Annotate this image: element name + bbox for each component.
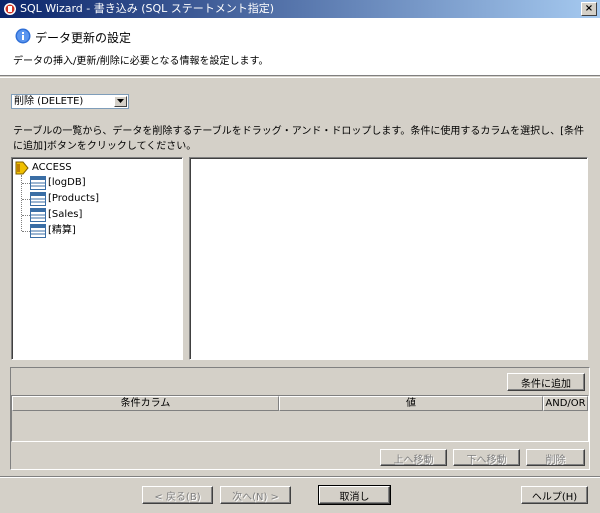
footer-divider-highlight xyxy=(0,477,600,478)
app-icon xyxy=(4,3,16,15)
wizard-header: データ更新の設定 データの挿入/更新/削除に必要となる情報を設定します。 xyxy=(0,18,600,76)
instruction-text: テーブルの一覧から、データを削除するテーブルをドラッグ・アンド・ドロップします。… xyxy=(13,126,585,152)
tree-connector xyxy=(22,231,30,232)
sql-wizard-window: SQL Wizard - 書き込み (SQL ステートメント指定) × データ更… xyxy=(0,0,600,513)
title-bar[interactable]: SQL Wizard - 書き込み (SQL ステートメント指定) × xyxy=(0,0,600,18)
tree-item-label: [精算] xyxy=(48,225,76,236)
delete-condition-button[interactable]: 削除 xyxy=(526,449,585,466)
table-tree[interactable]: ACCESS [logDB] [Products] [Sales] [精算] xyxy=(11,157,183,360)
move-down-button[interactable]: 下へ移動 xyxy=(453,449,520,466)
table-drop-area[interactable] xyxy=(189,157,588,360)
back-button[interactable]: < 戻る(B) xyxy=(142,486,213,504)
dropdown-button[interactable] xyxy=(114,96,127,107)
page-description: データの挿入/更新/削除に必要となる情報を設定します。 xyxy=(13,56,269,67)
table-icon xyxy=(30,208,46,222)
header-divider xyxy=(0,77,600,78)
cancel-button[interactable]: 取消し xyxy=(318,485,391,505)
condition-group: 条件に追加 条件カラム 値 AND/OR 上へ移動 下へ移動 削除 xyxy=(10,367,590,470)
window-title: SQL Wizard - 書き込み (SQL ステートメント指定) xyxy=(20,2,275,15)
close-button[interactable]: × xyxy=(581,2,597,16)
info-icon xyxy=(15,28,31,44)
column-header-condition-column[interactable]: 条件カラム xyxy=(12,396,279,411)
tree-item-label: [logDB] xyxy=(48,177,86,188)
close-icon: × xyxy=(584,3,594,14)
tree-connector xyxy=(22,215,30,216)
add-condition-button[interactable]: 条件に追加 xyxy=(507,373,585,391)
tree-item-label: [Sales] xyxy=(48,209,83,220)
operation-select[interactable]: 削除 (DELETE) xyxy=(11,94,129,109)
table-icon xyxy=(30,192,46,206)
move-up-button[interactable]: 上へ移動 xyxy=(380,449,447,466)
help-button[interactable]: ヘルプ(H) xyxy=(521,486,588,504)
database-icon xyxy=(15,161,29,175)
table-icon xyxy=(30,224,46,238)
chevron-down-icon xyxy=(117,99,124,103)
column-header-value[interactable]: 値 xyxy=(279,396,543,411)
operation-select-value: 削除 (DELETE) xyxy=(14,96,84,107)
tree-connector xyxy=(22,183,30,184)
condition-table[interactable]: 条件カラム 値 AND/OR xyxy=(11,395,589,442)
table-icon xyxy=(30,176,46,190)
tree-item-label: [Products] xyxy=(48,193,99,204)
column-header-and-or[interactable]: AND/OR xyxy=(543,396,588,411)
tree-connector xyxy=(22,199,30,200)
tree-root-label: ACCESS xyxy=(32,162,72,173)
page-title: データ更新の設定 xyxy=(35,31,132,45)
next-button[interactable]: 次へ(N) > xyxy=(220,486,291,504)
